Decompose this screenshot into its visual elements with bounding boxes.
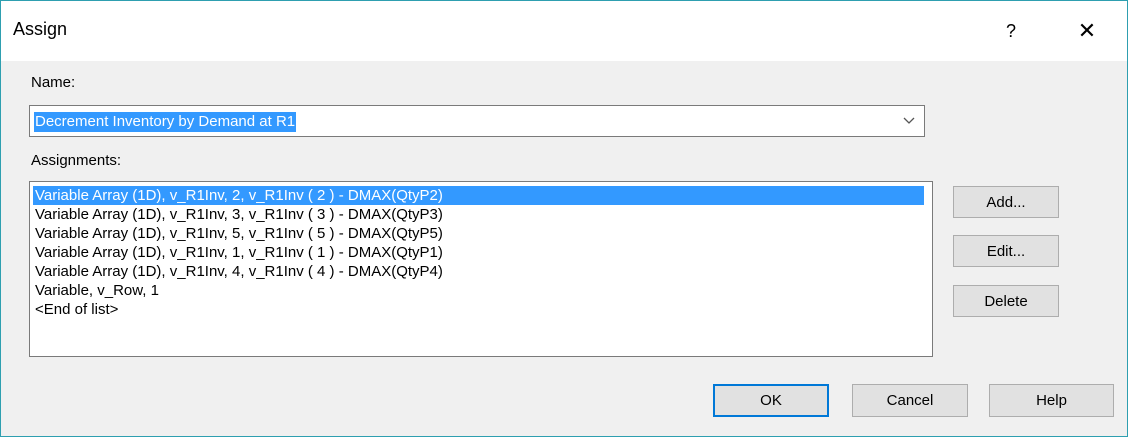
list-item[interactable]: Variable Array (1D), v_R1Inv, 2, v_R1Inv…: [33, 186, 924, 205]
list-item[interactable]: Variable Array (1D), v_R1Inv, 3, v_R1Inv…: [33, 205, 443, 224]
window-title: Assign: [13, 19, 68, 39]
name-combobox[interactable]: Decrement Inventory by Demand at R1: [29, 105, 925, 137]
list-item[interactable]: Variable Array (1D), v_R1Inv, 5, v_R1Inv…: [33, 224, 443, 243]
delete-button[interactable]: Delete: [953, 285, 1059, 317]
list-item[interactable]: Variable, v_Row, 1: [33, 281, 159, 300]
edit-button[interactable]: Edit...: [953, 235, 1059, 267]
chevron-down-icon[interactable]: [902, 114, 916, 128]
list-item[interactable]: Variable Array (1D), v_R1Inv, 1, v_R1Inv…: [33, 243, 443, 262]
ok-button[interactable]: OK: [713, 384, 829, 417]
assignments-list[interactable]: Variable Array (1D), v_R1Inv, 2, v_R1Inv…: [29, 181, 933, 357]
help-question-icon[interactable]: ?: [986, 13, 1036, 49]
help-button[interactable]: Help: [989, 384, 1114, 417]
list-item[interactable]: <End of list>: [33, 300, 118, 319]
assign-dialog: Assign ? ✕ Name: Decrement Inventory by …: [0, 0, 1128, 437]
add-button[interactable]: Add...: [953, 186, 1059, 218]
title-bar[interactable]: Assign ? ✕: [1, 1, 1127, 61]
cancel-button[interactable]: Cancel: [852, 384, 968, 417]
close-icon[interactable]: ✕: [1059, 11, 1115, 51]
name-label: Name:: [31, 74, 76, 91]
assignments-label: Assignments:: [31, 152, 122, 169]
name-value[interactable]: Decrement Inventory by Demand at R1: [34, 112, 297, 132]
list-item[interactable]: Variable Array (1D), v_R1Inv, 4, v_R1Inv…: [33, 262, 443, 281]
